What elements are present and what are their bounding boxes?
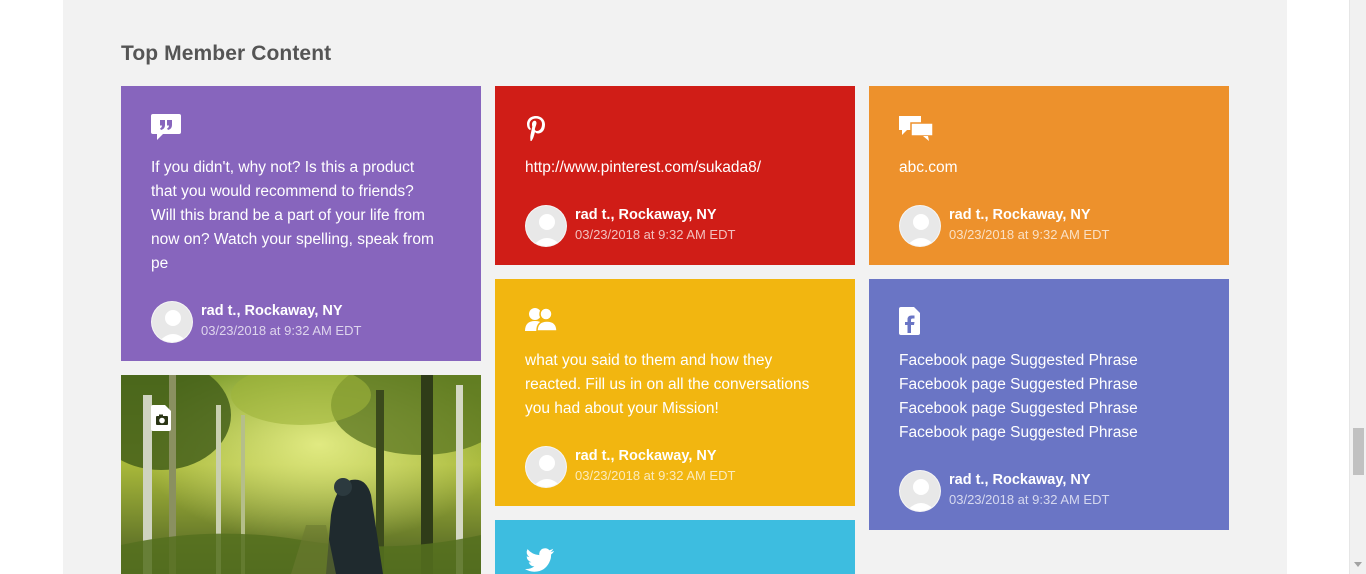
scroll-down-arrow-icon[interactable] bbox=[1354, 562, 1362, 567]
chat-bubbles-icon bbox=[899, 114, 934, 142]
users-icon bbox=[525, 307, 558, 335]
post-date: 03/23/2018 at 9:32 AM EDT bbox=[575, 227, 736, 242]
author-name[interactable]: rad t., Rockaway, NY bbox=[949, 472, 1091, 488]
card-author: rad t., Rockaway, NY 03/23/2018 at 9:32 … bbox=[525, 446, 825, 490]
post-date: 03/23/2018 at 9:32 AM EDT bbox=[949, 492, 1110, 507]
card-text: abc.com bbox=[899, 156, 1199, 180]
text-line: now on? Watch your spelling, speak from bbox=[151, 231, 434, 248]
card-author: rad t., Rockaway, NY 03/23/2018 at 9:32 … bbox=[151, 301, 451, 345]
text-line: Will this brand be a part of your life f… bbox=[151, 207, 425, 224]
card-author: rad t., Rockaway, NY 03/23/2018 at 9:32 … bbox=[525, 205, 825, 249]
content-card-quote[interactable]: If you didn't, why not? Is this a produc… bbox=[121, 86, 481, 361]
card-author: rad t., Rockaway, NY 03/23/2018 at 9:32 … bbox=[899, 205, 1199, 249]
text-line: what you said to them and how they bbox=[525, 352, 773, 369]
twitter-icon bbox=[525, 548, 555, 574]
text-line: Facebook page Suggested Phrase bbox=[899, 424, 1138, 441]
avatar bbox=[151, 301, 193, 343]
card-text: Facebook page Suggested Phrase Facebook … bbox=[899, 349, 1199, 445]
text-line: pe bbox=[151, 255, 169, 272]
author-name[interactable]: rad t., Rockaway, NY bbox=[575, 207, 717, 223]
forest-photo bbox=[121, 375, 481, 574]
quote-icon bbox=[151, 114, 181, 142]
avatar bbox=[525, 446, 567, 488]
scrollbar-thumb[interactable] bbox=[1353, 428, 1364, 475]
content-card-conversation[interactable]: what you said to them and how they react… bbox=[495, 279, 855, 506]
text-line: Facebook page Suggested Phrase bbox=[899, 352, 1138, 369]
author-name[interactable]: rad t., Rockaway, NY bbox=[949, 207, 1091, 223]
content-card-facebook[interactable]: Facebook page Suggested Phrase Facebook … bbox=[869, 279, 1229, 530]
post-date: 03/23/2018 at 9:32 AM EDT bbox=[201, 323, 362, 338]
facebook-icon bbox=[899, 307, 929, 335]
content-card-website[interactable]: abc.com rad t., Rockaway, NY 03/23/2018 … bbox=[869, 86, 1229, 265]
text-line: reacted. Fill us in on all the conversat… bbox=[525, 376, 810, 393]
card-text: If you didn't, why not? Is this a produc… bbox=[151, 156, 451, 276]
website-link[interactable]: abc.com bbox=[899, 156, 1199, 180]
text-line: Facebook page Suggested Phrase bbox=[899, 376, 1138, 393]
card-author: rad t., Rockaway, NY 03/23/2018 at 9:32 … bbox=[899, 470, 1199, 514]
content-card-photo[interactable] bbox=[121, 375, 481, 574]
card-text: what you said to them and how they react… bbox=[525, 349, 825, 421]
avatar bbox=[899, 205, 941, 247]
pinterest-link[interactable]: http://www.pinterest.com/sukada8/ bbox=[525, 156, 825, 180]
avatar bbox=[899, 470, 941, 512]
section-title: Top Member Content bbox=[121, 42, 332, 65]
post-date: 03/23/2018 at 9:32 AM EDT bbox=[575, 468, 736, 483]
content-card-pinterest[interactable]: http://www.pinterest.com/sukada8/ rad t.… bbox=[495, 86, 855, 265]
text-line: that you would recommend to friends? bbox=[151, 183, 414, 200]
page-scrollbar[interactable] bbox=[1349, 0, 1366, 574]
author-name[interactable]: rad t., Rockaway, NY bbox=[575, 448, 717, 464]
post-date: 03/23/2018 at 9:32 AM EDT bbox=[949, 227, 1110, 242]
author-name[interactable]: rad t., Rockaway, NY bbox=[201, 303, 343, 319]
card-text: http://www.pinterest.com/sukada8/ bbox=[525, 156, 825, 180]
photo-file-icon bbox=[151, 405, 173, 431]
text-line: If you didn't, why not? Is this a produc… bbox=[151, 159, 415, 176]
text-line: you had about your Mission! bbox=[525, 400, 719, 417]
pinterest-icon bbox=[525, 114, 555, 142]
text-line: Facebook page Suggested Phrase bbox=[899, 400, 1138, 417]
content-card-twitter[interactable] bbox=[495, 520, 855, 574]
avatar bbox=[525, 205, 567, 247]
